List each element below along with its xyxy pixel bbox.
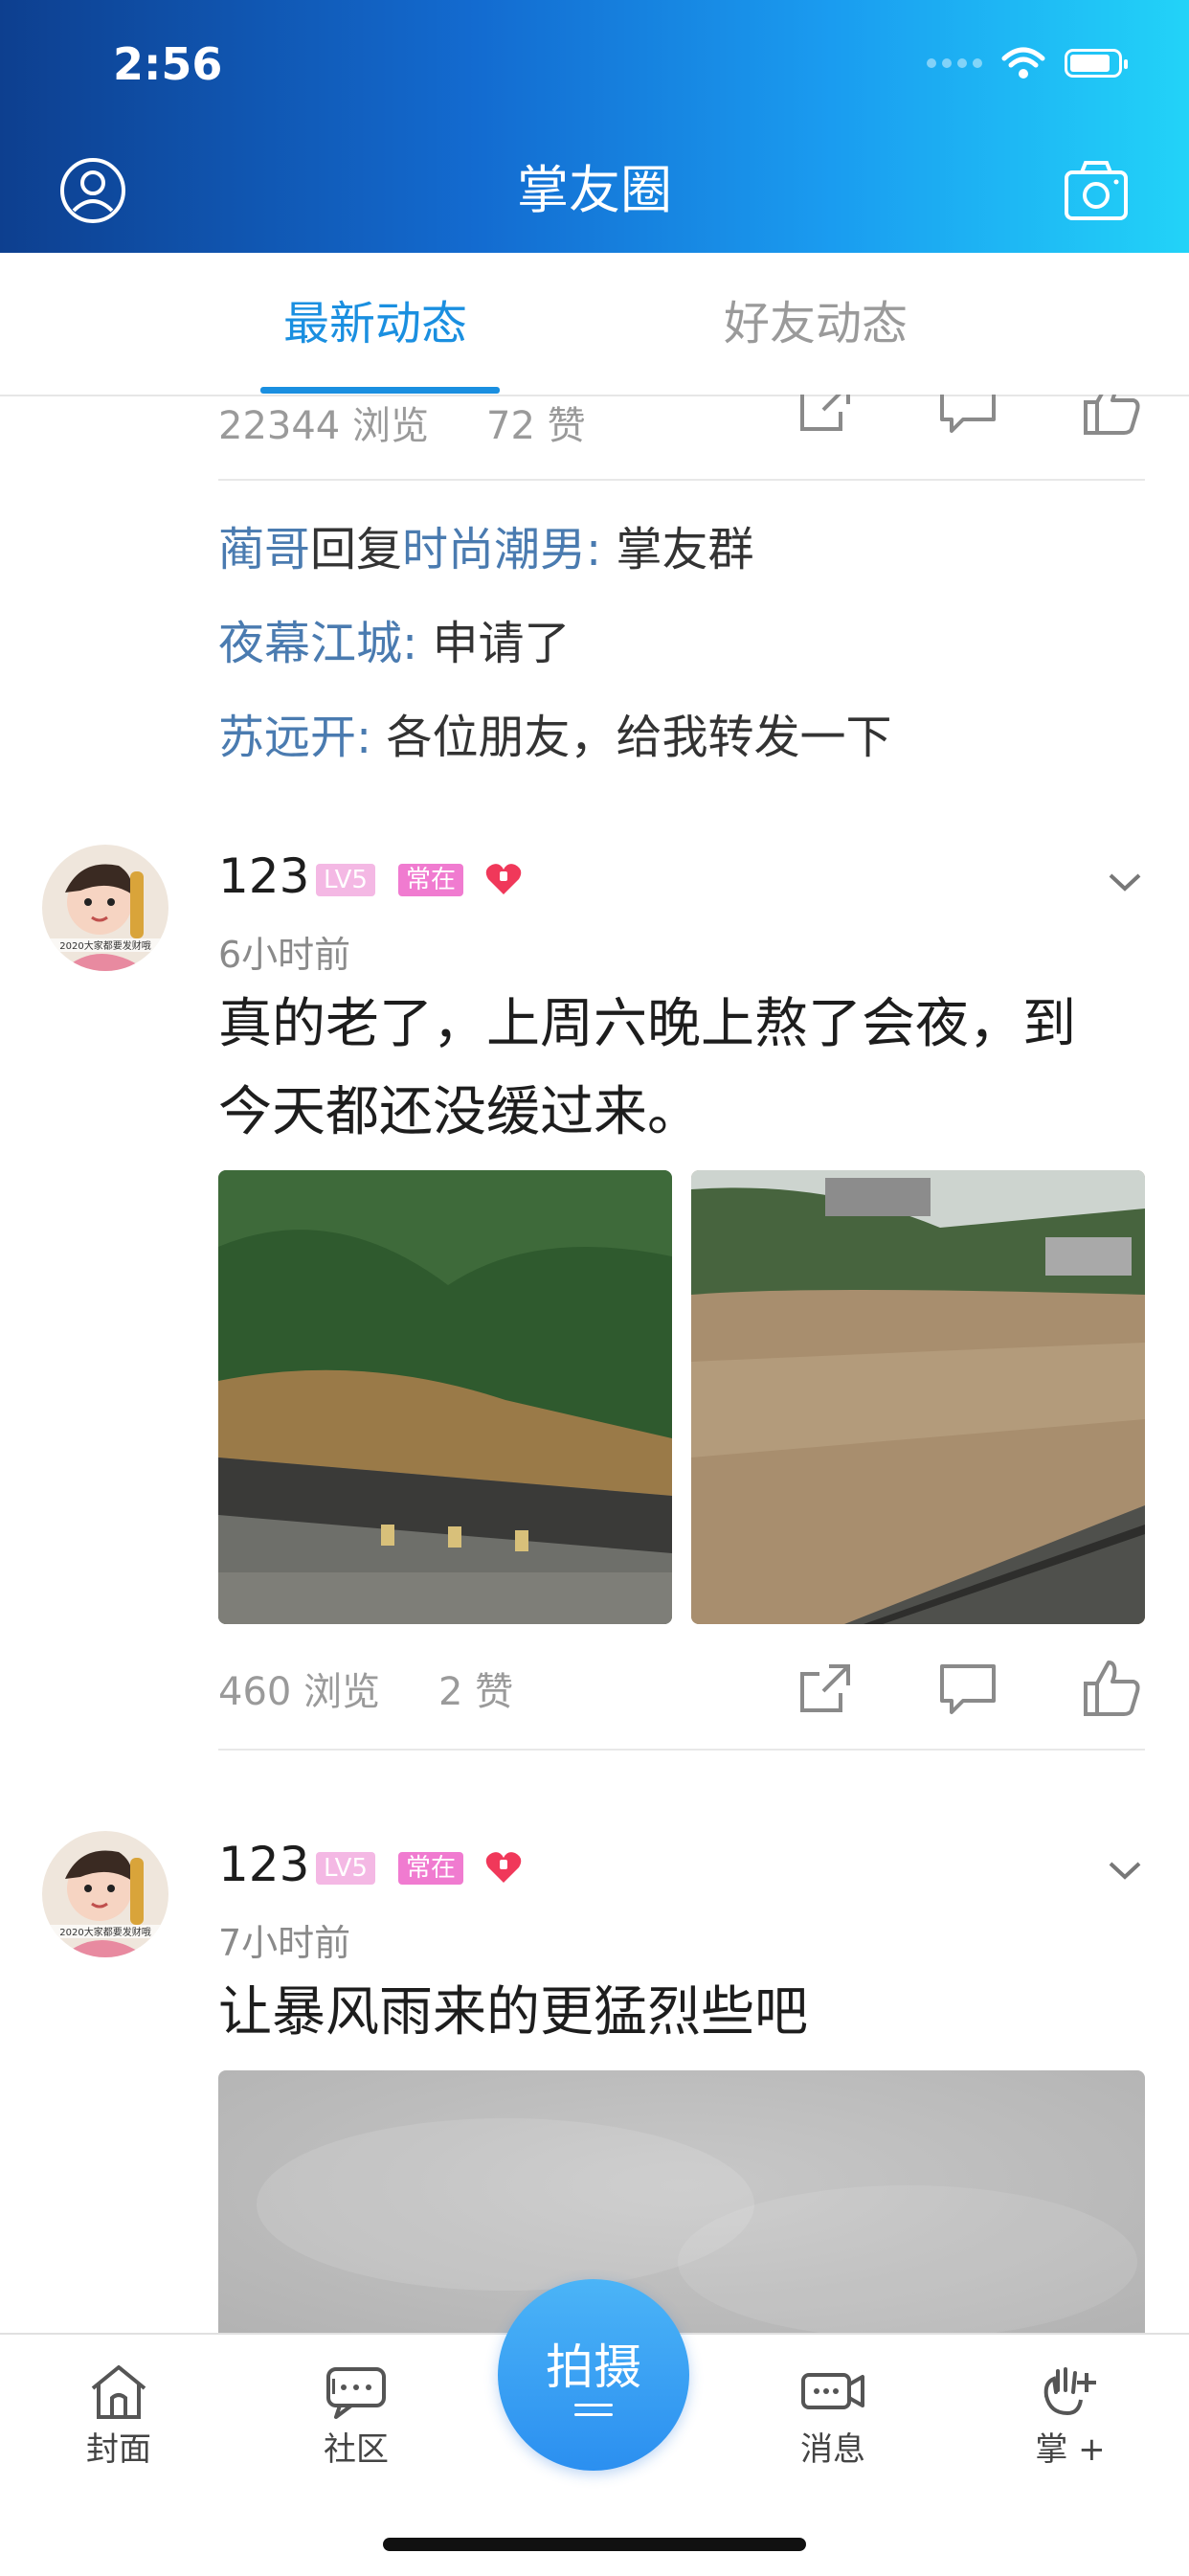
comment-text: 申请了 bbox=[417, 617, 571, 670]
chat-icon bbox=[326, 2367, 386, 2419]
shoot-button[interactable]: 拍摄 bbox=[498, 2279, 689, 2471]
username[interactable]: 123 bbox=[218, 1837, 309, 1892]
battery-icon bbox=[1065, 49, 1128, 78]
shoot-button-label: 拍摄 bbox=[546, 2339, 641, 2395]
post-text: 让暴风雨来的更猛烈些吧 bbox=[218, 1969, 1145, 2057]
status-icons bbox=[927, 44, 1128, 82]
post-time: 7小时前 bbox=[218, 1922, 351, 1964]
comment-icon[interactable] bbox=[934, 1655, 1001, 1722]
share-icon[interactable] bbox=[791, 395, 858, 441]
camera-icon[interactable] bbox=[1063, 157, 1130, 224]
post-likes: 2 赞 bbox=[438, 1670, 514, 1714]
like-icon[interactable] bbox=[1078, 395, 1145, 441]
share-icon[interactable] bbox=[791, 1655, 858, 1722]
nav-label: 消息 bbox=[800, 2430, 865, 2469]
palm-plus-icon bbox=[1043, 2367, 1096, 2416]
nav-label: 封面 bbox=[86, 2430, 151, 2469]
avatar[interactable]: 2020大家都要发财哦 bbox=[42, 1831, 168, 1957]
app-header: 2:56 掌友圈 bbox=[0, 0, 1189, 253]
post-likes: 72 赞 bbox=[486, 404, 586, 448]
status-badge: 常在 bbox=[398, 1852, 464, 1885]
heart-icon bbox=[485, 1852, 522, 1883]
signal-icon bbox=[927, 58, 982, 68]
tab-latest[interactable]: 最新动态 bbox=[283, 295, 467, 352]
comment-row[interactable]: 苏远开: 各位朋友，给我转发一下 bbox=[218, 699, 891, 766]
home-indicator[interactable] bbox=[383, 2538, 806, 2551]
post-text-line: 让暴风雨来的更猛烈些吧 bbox=[218, 1981, 808, 2044]
post-time: 6小时前 bbox=[218, 934, 351, 976]
chevron-down-icon[interactable] bbox=[1105, 1850, 1145, 1890]
post-views: 22344 浏览 bbox=[218, 404, 429, 448]
comment-text: 各位朋友，给我转发一下 bbox=[371, 711, 892, 764]
post-text-line: 今天都还没缓过来。 bbox=[218, 1081, 701, 1143]
feed-list[interactable]: 22344 浏览 72 赞 蔺哥回复时尚潮男: 掌友群 夜幕江城: 申请了 苏远… bbox=[0, 395, 1189, 2333]
comment-text: 掌友群 bbox=[601, 523, 754, 576]
comment-row[interactable]: 夜幕江城: 申请了 bbox=[218, 605, 570, 672]
avatar-caption: 2020大家都要发财哦 bbox=[59, 1926, 150, 1938]
nav-home[interactable]: 封面 bbox=[42, 2358, 195, 2471]
comment-icon[interactable] bbox=[934, 395, 1001, 441]
nav-palm-plus[interactable]: 掌 + bbox=[994, 2358, 1147, 2471]
shoot-lines-icon bbox=[574, 2404, 613, 2423]
level-badge: LV5 bbox=[316, 1852, 375, 1885]
comment-author[interactable]: 苏远开: bbox=[218, 711, 371, 764]
comment-author[interactable]: 夜幕江城: bbox=[218, 617, 417, 670]
level-badge: LV5 bbox=[316, 864, 375, 896]
active-tab-indicator bbox=[260, 387, 500, 394]
post-photo[interactable] bbox=[691, 1170, 1145, 1624]
avatar-caption: 2020大家都要发财哦 bbox=[59, 939, 150, 952]
like-icon[interactable] bbox=[1078, 1655, 1145, 1722]
post-text: 真的老了，上周六晚上熬了会夜，到 今天都还没缓过来。 bbox=[218, 981, 1145, 1157]
comment-row[interactable]: 蔺哥回复时尚潮男: 掌友群 bbox=[218, 511, 753, 578]
divider bbox=[218, 479, 1145, 481]
nav-community[interactable]: 社区 bbox=[280, 2358, 433, 2471]
reply-target[interactable]: 时尚潮男: bbox=[402, 523, 601, 576]
post-photo[interactable] bbox=[218, 1170, 672, 1624]
comment-author[interactable]: 蔺哥 bbox=[218, 523, 310, 576]
nav-label: 社区 bbox=[324, 2430, 389, 2469]
divider bbox=[218, 1749, 1145, 1751]
video-message-icon bbox=[801, 2373, 864, 2409]
home-icon bbox=[91, 2365, 146, 2419]
post-actions bbox=[791, 395, 1145, 441]
username[interactable]: 123 bbox=[218, 848, 309, 904]
chevron-down-icon[interactable] bbox=[1105, 862, 1145, 902]
avatar[interactable]: 2020大家都要发财哦 bbox=[42, 845, 168, 971]
heart-icon bbox=[485, 864, 522, 894]
status-time: 2:56 bbox=[113, 38, 223, 90]
feed-tabs: 最新动态 好友动态 bbox=[0, 253, 1189, 396]
post-actions bbox=[791, 1655, 1145, 1722]
post-text-line: 真的老了，上周六晚上熬了会夜，到 bbox=[218, 993, 1076, 1055]
post-views: 460 浏览 bbox=[218, 1670, 381, 1714]
status-badge: 常在 bbox=[398, 864, 464, 896]
nav-messages[interactable]: 消息 bbox=[756, 2358, 909, 2471]
reply-word: 回复 bbox=[310, 523, 403, 576]
wifi-icon bbox=[1001, 47, 1045, 79]
page-title: 掌友圈 bbox=[517, 160, 672, 220]
nav-label: 掌 + bbox=[1035, 2430, 1106, 2469]
post-photo[interactable] bbox=[218, 2070, 1145, 2333]
tab-friends[interactable]: 好友动态 bbox=[724, 295, 908, 352]
